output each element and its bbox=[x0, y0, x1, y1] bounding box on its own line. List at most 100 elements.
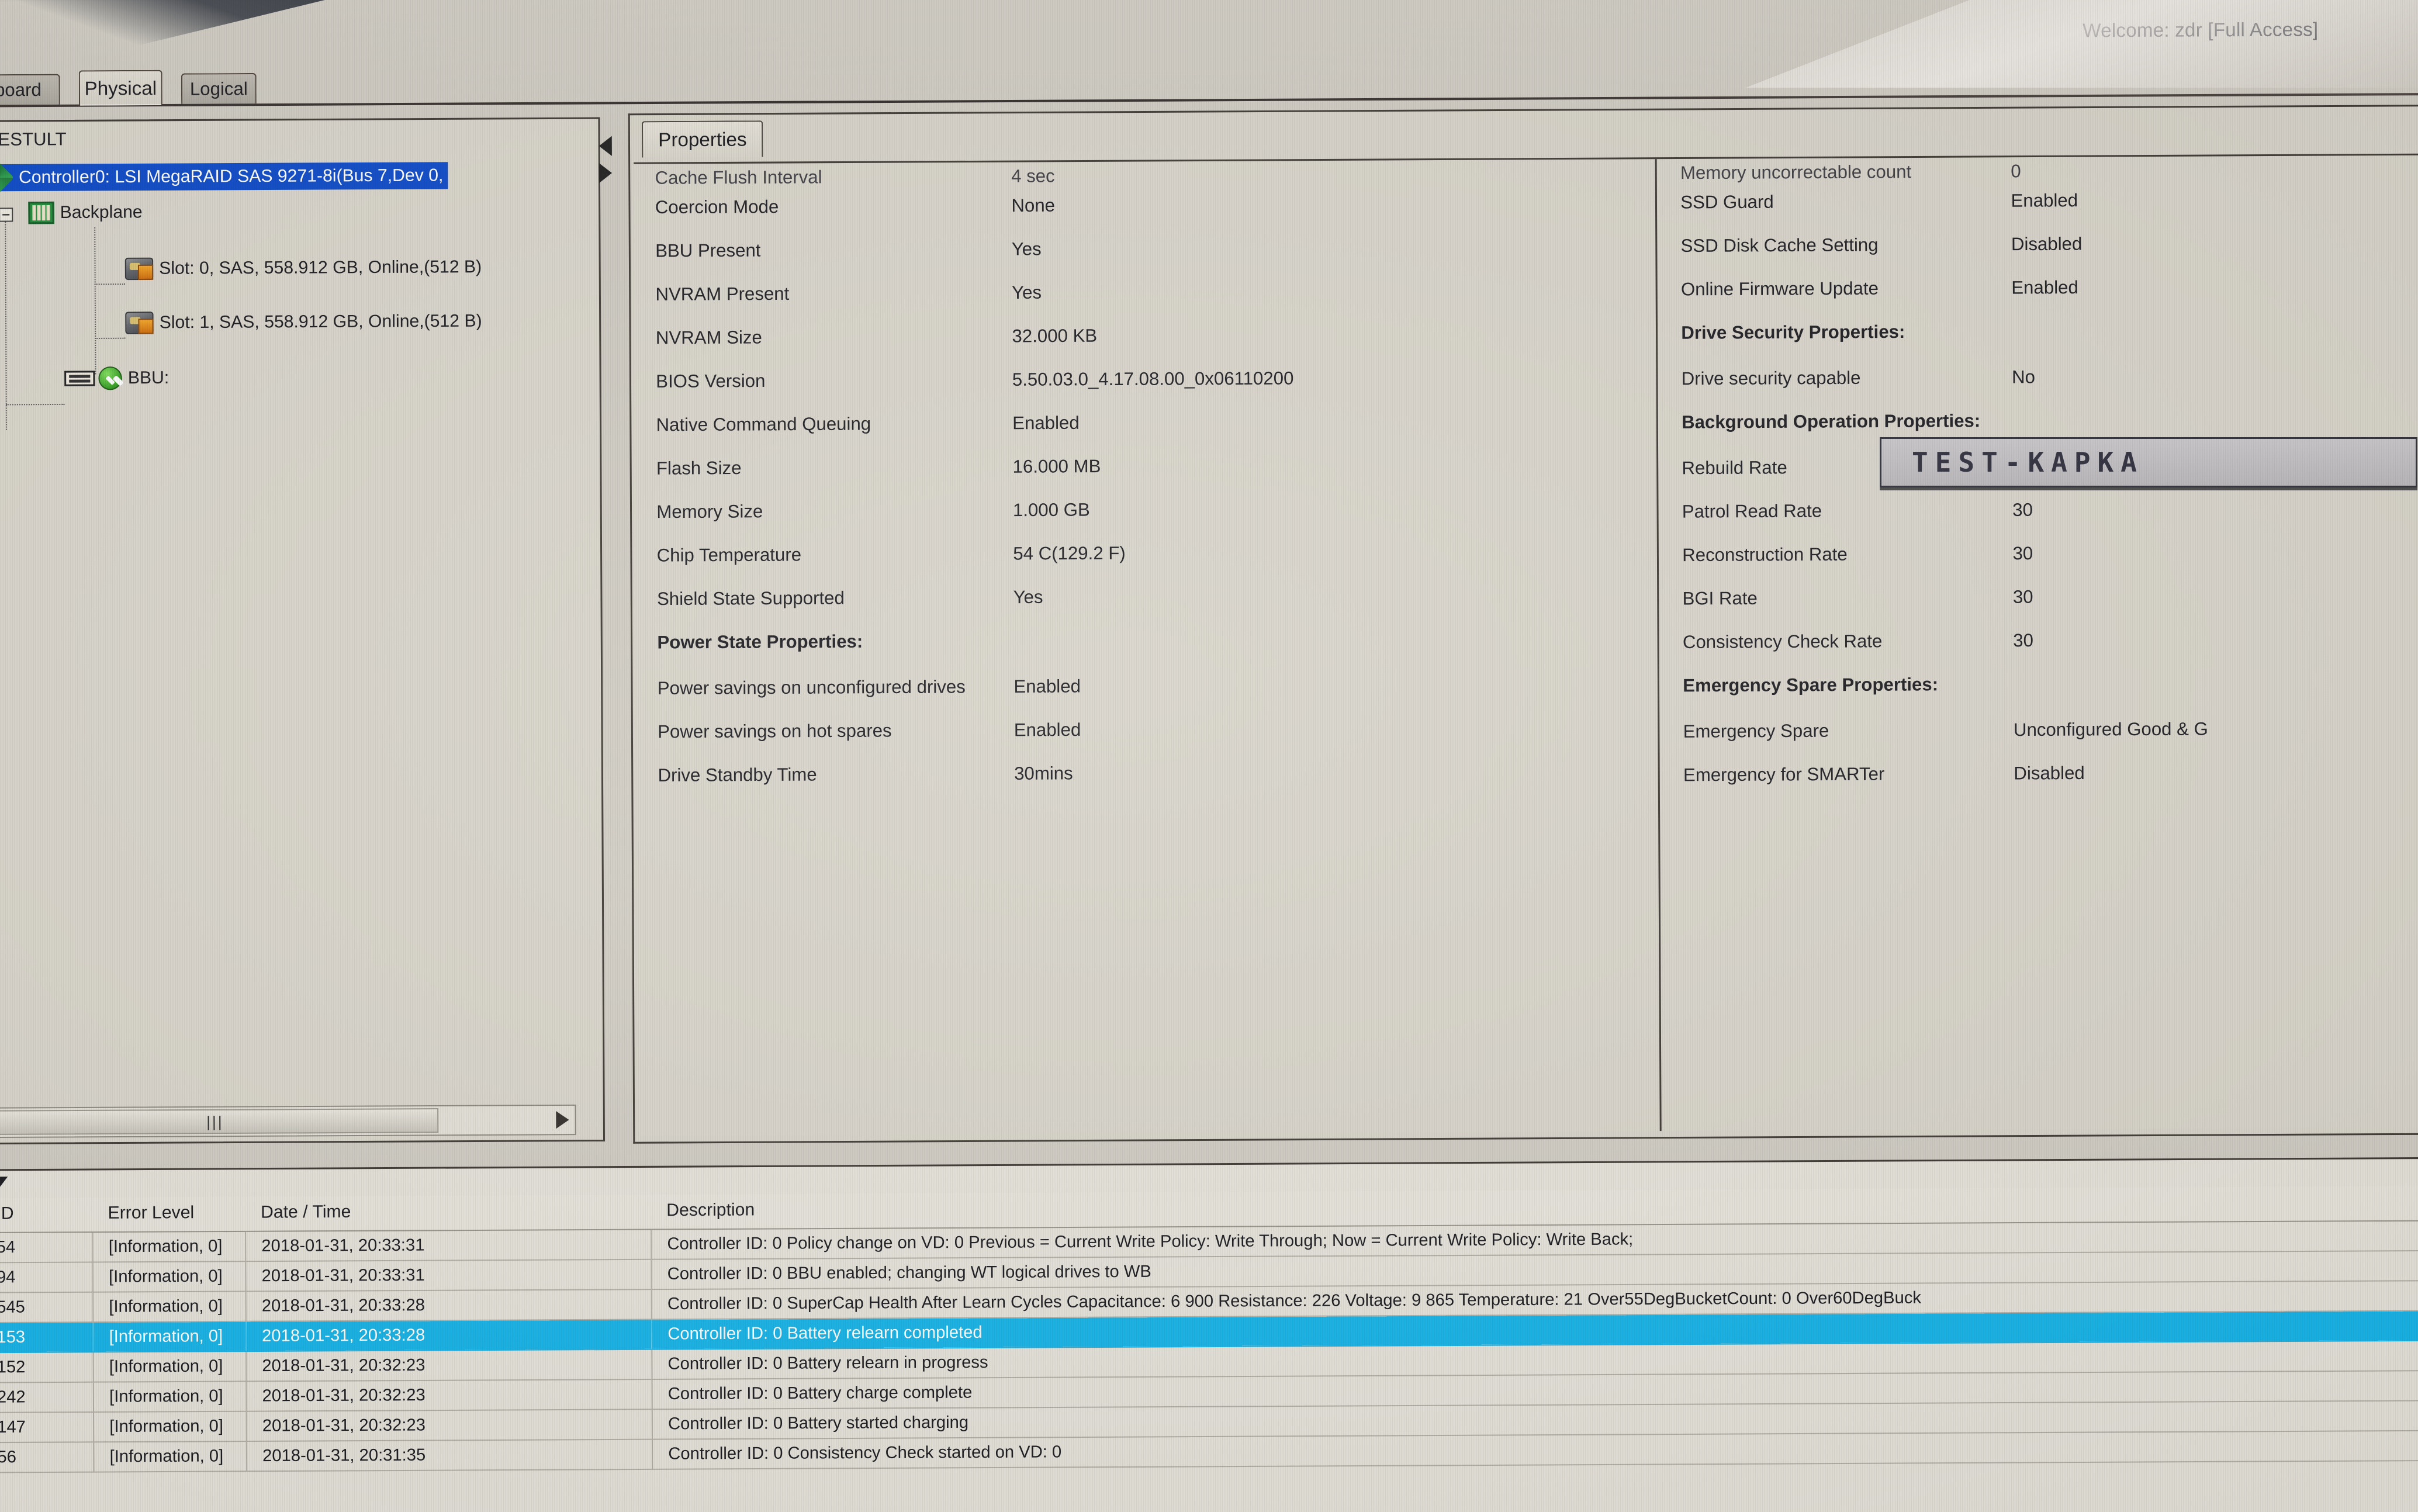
tab-logical[interactable]: Logical bbox=[181, 73, 257, 104]
cell-error-level: [Information, 0] bbox=[94, 1411, 247, 1442]
property-key: Online Firmware Update bbox=[1670, 277, 2012, 300]
cell-id: 54 bbox=[0, 1232, 93, 1262]
column-header-id[interactable]: ID bbox=[0, 1198, 93, 1233]
property-row: Memory Size 1.000 GB bbox=[635, 497, 1657, 545]
property-row: Power savings on hot spares Enabled bbox=[637, 717, 1658, 765]
properties-right-column: Memory uncorrectable count 0 SSD Guard E… bbox=[1657, 155, 2418, 1131]
tree-item-controller[interactable]: Controller0: LSI MegaRAID SAS 9271-8i(Bu… bbox=[0, 162, 448, 191]
property-key: SSD Guard bbox=[1670, 191, 2011, 213]
cell-error-level: [Information, 0] bbox=[94, 1351, 247, 1382]
property-value: 16.000 MB bbox=[1013, 456, 1101, 478]
property-row: Patrol Read Rate 30 bbox=[1672, 497, 2418, 545]
cell-error-level: [Information, 0] bbox=[93, 1321, 246, 1352]
property-key: Memory Size bbox=[635, 500, 1000, 523]
tree-horizontal-scrollbar[interactable]: ||| bbox=[0, 1105, 576, 1138]
property-key: Consistency Check Rate bbox=[1672, 630, 2014, 653]
cell-id: 56 bbox=[0, 1442, 94, 1472]
property-key: Drive Security Properties: bbox=[1670, 321, 2012, 344]
property-value: 30 bbox=[2013, 586, 2033, 607]
property-key: Patrol Read Rate bbox=[1672, 500, 2013, 523]
property-value: 0 bbox=[2011, 161, 2021, 182]
tree-item-label: Backplane bbox=[60, 202, 143, 223]
property-key: BGI Rate bbox=[1672, 587, 2013, 610]
tree-item-label: Slot: 0, SAS, 558.912 GB, Online,(512 B) bbox=[159, 257, 482, 279]
property-value: Yes bbox=[1012, 238, 1042, 260]
cell-date-time: 2018-01-31, 20:33:28 bbox=[246, 1319, 652, 1351]
property-row: BIOS Version 5.50.03.0_4.17.08.00_0x0611… bbox=[635, 366, 1656, 414]
property-value: 4 sec bbox=[1011, 165, 1055, 187]
column-header-error-level[interactable]: Error Level bbox=[92, 1197, 245, 1233]
event-log-panel: ID Error Level Date / Time Description 5… bbox=[0, 1157, 2418, 1512]
controller-diamond-icon bbox=[0, 161, 14, 195]
property-value: Yes bbox=[1012, 282, 1042, 303]
property-section-header: Drive Security Properties: bbox=[1670, 319, 2418, 368]
property-section-header: Power State Properties: bbox=[636, 627, 1658, 678]
property-row: Drive Standby Time 30mins bbox=[637, 760, 1658, 808]
property-row: Coercion Mode None bbox=[634, 192, 1655, 241]
property-key: Emergency Spare Properties: bbox=[1672, 673, 2014, 696]
cell-error-level: [Information, 0] bbox=[93, 1261, 246, 1292]
property-key: NVRAM Present bbox=[634, 282, 999, 305]
property-row: SSD Disk Cache Setting Disabled bbox=[1670, 231, 2418, 279]
expand-right-arrow-icon[interactable] bbox=[599, 163, 612, 183]
tree-item-backplane[interactable]: Backplane bbox=[28, 199, 142, 226]
osd-label: TEST-KAPKA bbox=[1881, 447, 2144, 478]
cell-error-level: [Information, 0] bbox=[94, 1381, 247, 1412]
tree-expander-backplane[interactable] bbox=[0, 207, 13, 222]
cell-date-time: 2018-01-31, 20:33:31 bbox=[245, 1260, 651, 1292]
property-row: Emergency for SMARTer Disabled bbox=[1673, 761, 2418, 808]
cell-id: 152 bbox=[0, 1352, 94, 1382]
tree-item-bbu[interactable]: BBU: bbox=[64, 365, 169, 392]
tree-root-label: TESTULT bbox=[0, 129, 67, 150]
collapse-left-arrow-icon[interactable] bbox=[599, 136, 612, 156]
cell-date-time: 2018-01-31, 20:31:35 bbox=[247, 1440, 652, 1472]
properties-left-column: Cache Flush Interval 4 sec Coercion Mode… bbox=[634, 159, 1662, 1136]
cell-date-time: 2018-01-31, 20:32:23 bbox=[246, 1350, 652, 1382]
tree-item-slot-1[interactable]: Slot: 1, SAS, 558.912 GB, Online,(512 B) bbox=[125, 307, 482, 336]
status-ok-icon bbox=[98, 366, 122, 390]
property-row: Consistency Check Rate 30 bbox=[1672, 628, 2418, 675]
scroll-right-arrow-icon[interactable] bbox=[556, 1111, 569, 1129]
property-value: Disabled bbox=[2014, 763, 2085, 784]
property-value: 30 bbox=[2013, 630, 2033, 651]
cell-error-level: [Information, 0] bbox=[93, 1291, 246, 1322]
property-value: Unconfigured Good & G bbox=[2014, 718, 2208, 741]
cell-id: 94 bbox=[0, 1262, 93, 1292]
property-row: NVRAM Present Yes bbox=[634, 279, 1656, 327]
collapse-down-arrow-icon[interactable] bbox=[0, 1177, 8, 1192]
property-row: Native Command Queuing Enabled bbox=[635, 410, 1656, 458]
property-section-header: Emergency Spare Properties: bbox=[1672, 672, 2418, 721]
screen-photo: Welcome: zdr [Full Access] hboard Physic… bbox=[0, 0, 2418, 1512]
property-value: Enabled bbox=[1013, 676, 1081, 697]
battery-icon bbox=[64, 371, 95, 386]
property-row: Memory uncorrectable count 0 bbox=[1670, 159, 2418, 192]
property-row: Cache Flush Interval 4 sec bbox=[634, 162, 1655, 197]
property-value: Enabled bbox=[1012, 413, 1080, 434]
column-header-date-time[interactable]: Date / Time bbox=[245, 1195, 651, 1231]
hard-drive-icon bbox=[125, 312, 153, 334]
panel-splitter[interactable] bbox=[599, 129, 615, 200]
hard-drive-icon bbox=[125, 258, 153, 280]
property-key: Reconstruction Rate bbox=[1672, 543, 2013, 566]
event-log-table: ID Error Level Date / Time Description 5… bbox=[0, 1186, 2418, 1473]
properties-body: Cache Flush Interval 4 sec Coercion Mode… bbox=[634, 154, 2418, 1136]
tree-item-slot-0[interactable]: Slot: 0, SAS, 558.912 GB, Online,(512 B) bbox=[125, 254, 482, 282]
backplane-icon bbox=[28, 202, 54, 224]
properties-panel: Properties Cache Flush Interval 4 sec Co… bbox=[628, 105, 2418, 1144]
property-key: Power savings on unconfigured drives bbox=[636, 676, 1001, 699]
scrollbar-thumb[interactable]: ||| bbox=[0, 1108, 438, 1135]
app-top-bar: Welcome: zdr [Full Access] bbox=[0, 0, 2418, 65]
tab-properties[interactable]: Properties bbox=[642, 120, 763, 157]
tree-connector bbox=[95, 338, 125, 339]
tree-item-label: Controller0: LSI MegaRAID SAS 9271-8i(Bu… bbox=[19, 165, 444, 188]
tree-connector bbox=[6, 404, 65, 406]
property-value: 30 bbox=[2012, 500, 2033, 521]
tab-physical[interactable]: Physical bbox=[79, 70, 162, 106]
property-value: Disabled bbox=[2011, 233, 2083, 255]
property-key: BBU Present bbox=[634, 238, 999, 261]
property-key: Cache Flush Interval bbox=[634, 166, 998, 189]
property-key: Coercion Mode bbox=[634, 195, 998, 218]
tab-dashboard[interactable]: hboard bbox=[0, 74, 60, 105]
property-key: Memory uncorrectable count bbox=[1670, 161, 2011, 184]
tree-connector bbox=[95, 283, 125, 285]
